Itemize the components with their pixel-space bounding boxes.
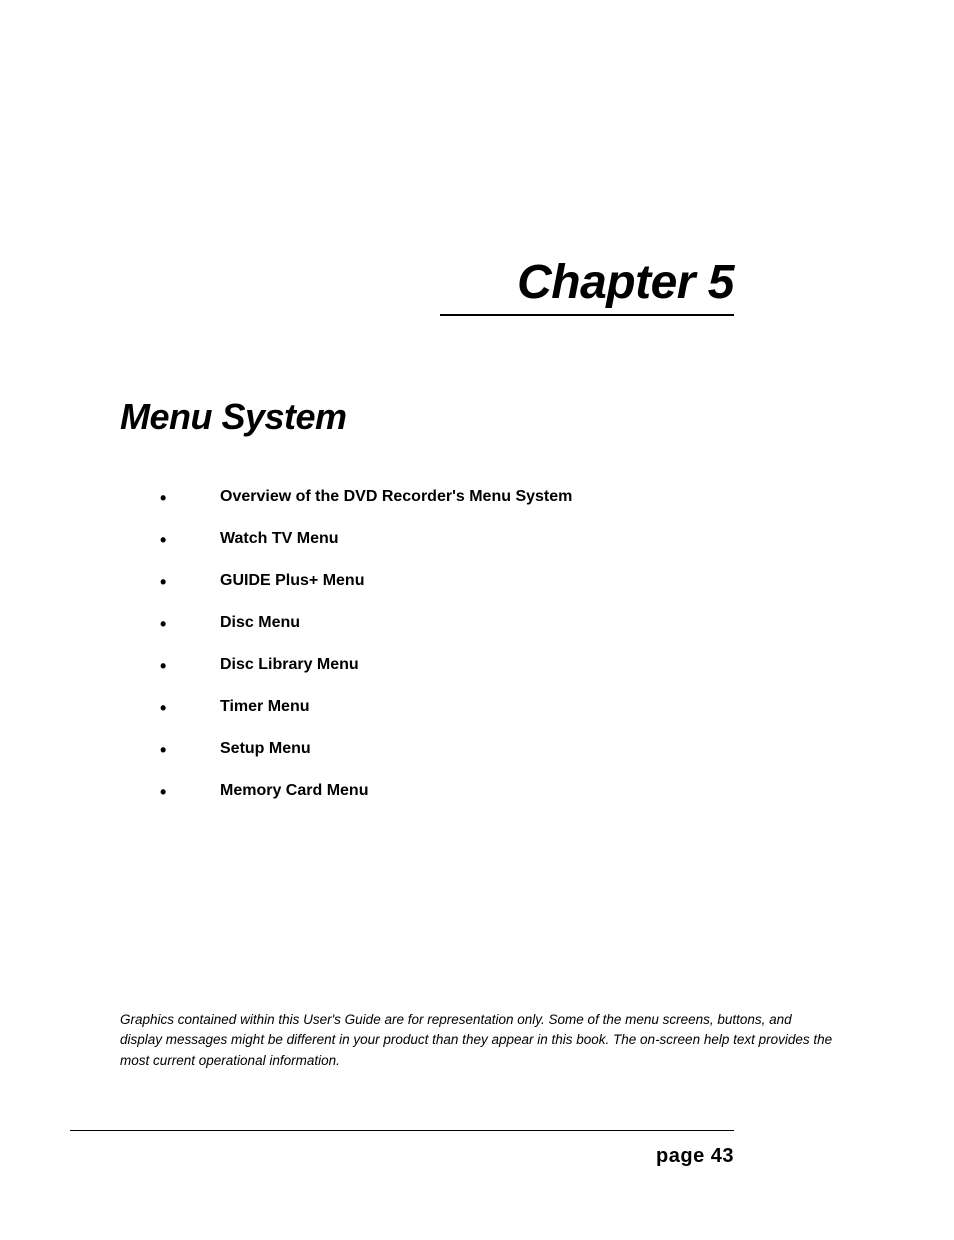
toc-item: Memory Card Menu	[160, 782, 734, 800]
toc-item: Watch TV Menu	[160, 530, 734, 548]
toc-list: Overview of the DVD Recorder's Menu Syst…	[160, 488, 734, 800]
page-content: Chapter 5 Menu System Overview of the DV…	[120, 255, 734, 824]
section-title: Menu System	[120, 396, 734, 438]
toc-item: Disc Menu	[160, 614, 734, 632]
page-number: page 43	[656, 1145, 734, 1168]
toc-item: Disc Library Menu	[160, 656, 734, 674]
disclaimer-text: Graphics contained within this User's Gu…	[120, 1010, 834, 1071]
toc-item: Overview of the DVD Recorder's Menu Syst…	[160, 488, 734, 506]
toc-item: Setup Menu	[160, 740, 734, 758]
toc-item: Timer Menu	[160, 698, 734, 716]
toc-item: GUIDE Plus+ Menu	[160, 572, 734, 590]
chapter-title: Chapter 5	[440, 255, 734, 316]
footer-rule	[70, 1130, 734, 1131]
